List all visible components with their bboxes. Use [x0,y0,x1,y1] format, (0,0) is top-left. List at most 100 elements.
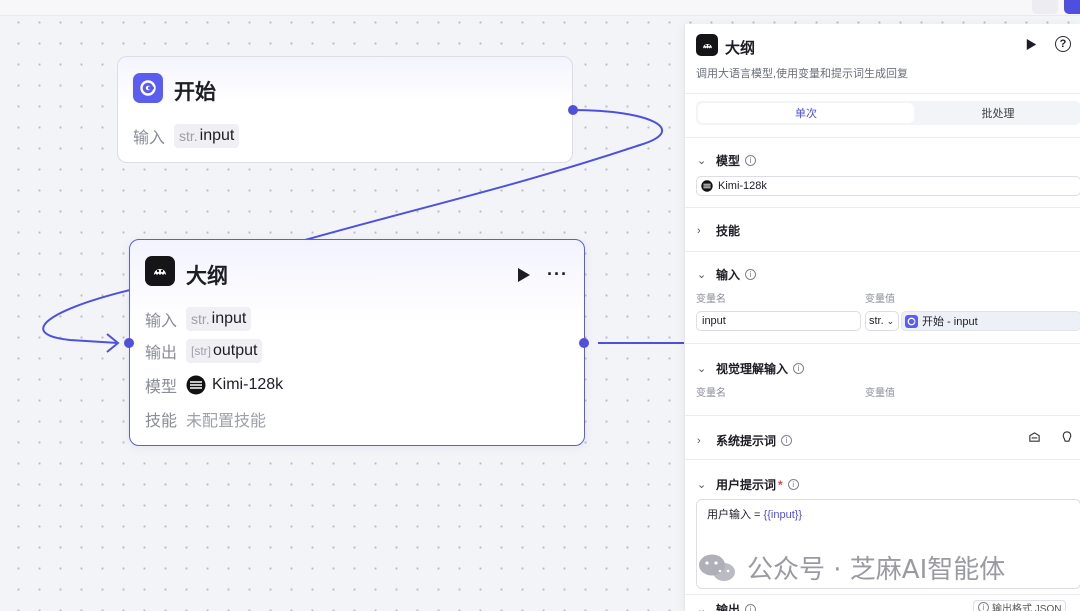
section-label: 用户提示词 [716,478,777,492]
start-input-row: 输入 str. input [133,124,240,148]
input-label: 输入 [133,130,166,147]
variable-type-value: str. [869,315,884,327]
output-section-header[interactable]: ⌄ 输出 i [697,601,757,611]
toolbar-button[interactable] [1032,0,1058,14]
model-section: ⌄ 模型 i Kimi-128k [685,137,1080,207]
outline-skill-row: 技能 未配置技能 [145,407,266,431]
more-icon[interactable]: ··· [547,264,568,285]
toolbar-primary-button[interactable] [1064,0,1080,14]
optimize-icon[interactable] [1061,431,1073,444]
output-variable-tag[interactable]: [str] output [186,339,263,363]
output-format-value: 输出格式 JSON [992,603,1062,611]
panel-header: 大纲 调用大语言模型,使用变量和提示词生成回复 ? [685,24,1080,94]
model-section-header[interactable]: ⌄ 模型 i [697,152,757,169]
user-prompt-header[interactable]: ⌄ 用户提示词 * i [697,476,799,493]
top-toolbar [0,0,1080,16]
chevron-down-icon: ⌄ [697,479,707,491]
llm-node-icon [696,34,718,56]
node-actions: ··· [517,264,568,285]
output-format-select[interactable]: i 输出格式 JSON [973,600,1067,611]
start-node[interactable]: 开始 输入 str. input [117,56,573,163]
chevron-down-icon: ⌄ [697,269,707,281]
prompt-variable: {{input}} [763,509,803,521]
outline-node[interactable]: 大纲 ··· 输入 str. input 输出 [str] output 模型 … [129,239,585,446]
output-label: 输出 [145,345,178,362]
info-icon[interactable]: i [745,604,757,611]
model-select[interactable]: Kimi-128k [696,176,1080,196]
start-node-title: 开始 [174,81,216,104]
variable-name-value: input [702,315,726,327]
model-select-value: Kimi-128k [718,180,767,192]
type-prefix: str. [179,128,198,144]
kimi-logo-icon [186,375,206,395]
outline-model-row: 模型 Kimi-128k [145,373,283,397]
run-icon[interactable] [1026,38,1037,51]
info-icon[interactable]: i [745,155,757,166]
chevron-down-icon: ⌄ [886,315,895,326]
llm-node-icon [145,256,175,286]
variable-name-input[interactable]: input [696,311,861,331]
skills-section-header[interactable]: › 技能 [697,222,740,239]
system-prompt-section: › 系统提示词 i [685,415,1080,459]
col-variable-name: 变量名 [696,294,726,305]
section-label: 输入 [716,268,741,282]
chevron-right-icon: › [697,224,701,237]
system-prompt-header[interactable]: › 系统提示词 i [697,432,793,449]
type-prefix: [str] [191,344,211,358]
edge-loop-in [42,289,131,344]
watermark: 公众号 · 芝麻AI智能体 [697,549,1005,586]
panel-title: 大纲 [725,40,756,57]
tab-single[interactable]: 单次 [698,103,914,123]
section-label: 视觉理解输入 [716,362,789,376]
skills-section: › 技能 [685,207,1080,251]
start-output-port[interactable] [568,105,578,115]
section-label: 系统提示词 [716,434,777,448]
info-icon[interactable]: i [781,435,793,446]
outline-output-row: 输出 [str] output [145,339,263,363]
edge-arrow-head [106,333,120,353]
prompt-library-icon[interactable] [1028,431,1041,444]
col-variable-value: 变量值 [865,388,895,399]
kimi-logo-icon [701,180,713,192]
model-value: Kimi-128k [212,376,284,393]
node-config-panel: 大纲 调用大语言模型,使用变量和提示词生成回复 ? 单次 批处理 ⌄ 模型 i … [684,24,1080,611]
info-icon[interactable]: i [793,363,805,374]
variable-name: output [213,342,258,359]
wechat-logo-icon [699,554,735,581]
skill-label: 技能 [145,413,178,430]
outline-output-port[interactable] [579,338,589,348]
vision-input-section: ⌄ 视觉理解输入 i 变量名 变量值 [685,343,1080,415]
input-section-header[interactable]: ⌄ 输入 i [697,266,757,283]
variable-type-select[interactable]: str. ⌄ [865,311,899,331]
help-icon[interactable]: ? [1055,36,1071,52]
input-label: 输入 [145,313,178,330]
tab-batch[interactable]: 批处理 [918,103,1078,123]
prompt-text: 用户输入 = [707,509,764,521]
start-node-icon [133,73,163,103]
run-mode-tabs: 单次 批处理 [696,101,1080,125]
input-variable-tag[interactable]: str. input [186,307,252,331]
chevron-right-icon: › [697,434,701,447]
outline-input-port[interactable] [124,338,134,348]
col-variable-value: 变量值 [865,294,895,305]
required-mark: * [778,477,783,492]
outline-node-title: 大纲 [186,265,228,288]
chevron-down-icon: ⌄ [697,363,707,375]
variable-reference-select[interactable]: 开始 - input [901,311,1080,331]
watermark-text: 公众号 · 芝麻AI智能体 [747,555,1006,585]
skill-value: 未配置技能 [186,413,267,430]
output-section: ⌄ 输出 i i 输出格式 JSON [685,594,1080,611]
input-variable-tag[interactable]: str. input [174,124,240,148]
col-variable-name: 变量名 [696,388,726,399]
section-label: 输出 [716,603,741,611]
outline-input-row: 输入 str. input [145,307,252,331]
panel-description: 调用大语言模型,使用变量和提示词生成回复 [696,68,909,80]
info-icon[interactable]: i [787,479,799,490]
section-label: 模型 [716,154,741,168]
run-icon[interactable] [517,267,531,283]
model-label: 模型 [145,379,178,396]
info-icon[interactable]: i [745,269,757,280]
vision-section-header[interactable]: ⌄ 视觉理解输入 i [697,360,805,377]
section-label: 技能 [716,224,741,238]
chevron-down-icon: ⌄ [697,604,707,611]
